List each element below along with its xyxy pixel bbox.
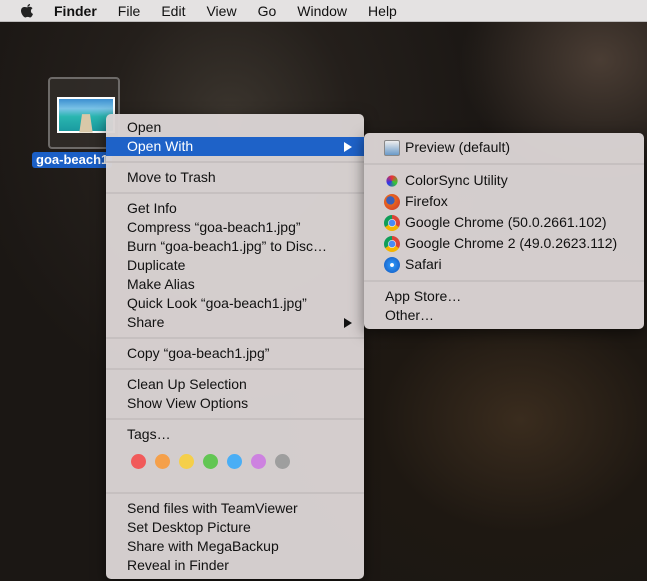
app-colorsync[interactable]: ColorSync Utility [364,170,644,191]
menu-item-show-view-options[interactable]: Show View Options [106,394,364,413]
menu-item-duplicate[interactable]: Duplicate [106,256,364,275]
separator [106,187,364,199]
tag-purple[interactable] [251,454,266,469]
menu-item-send-teamviewer[interactable]: Send files with TeamViewer [106,499,364,518]
tag-yellow[interactable] [179,454,194,469]
tag-green[interactable] [203,454,218,469]
menu-item-app-store[interactable]: App Store… [364,287,644,306]
submenu-arrow-icon [344,142,352,152]
apple-menu-icon[interactable] [20,3,34,19]
separator [106,363,364,375]
separator [106,332,364,344]
menu-edit[interactable]: Edit [161,3,185,19]
tag-gray[interactable] [275,454,290,469]
app-firefox[interactable]: Firefox [364,191,644,212]
menu-item-set-desktop-picture[interactable]: Set Desktop Picture [106,518,364,537]
menu-item-reveal-in-finder[interactable]: Reveal in Finder [106,556,364,575]
menu-item-move-to-trash[interactable]: Move to Trash [106,168,364,187]
app-chrome-2[interactable]: Google Chrome 2 (49.0.2623.112) [364,233,644,254]
menu-item-clean-up[interactable]: Clean Up Selection [106,375,364,394]
menu-item-open-with[interactable]: Open With [106,137,364,156]
menu-item-get-info[interactable]: Get Info [106,199,364,218]
app-label: ColorSync Utility [405,172,508,188]
menu-finder[interactable]: Finder [54,3,97,19]
separator [106,156,364,168]
separator [364,275,644,287]
menu-item-other[interactable]: Other… [364,306,644,325]
menu-item-share[interactable]: Share [106,313,364,332]
tag-colors [106,444,364,487]
menu-bar: Finder File Edit View Go Window Help [0,0,647,22]
app-label: Firefox [405,193,448,209]
menu-file[interactable]: File [118,3,141,19]
menu-item-share-megabackup[interactable]: Share with MegaBackup [106,537,364,556]
app-safari[interactable]: Safari [364,254,644,275]
chrome-icon [384,236,400,252]
app-label: Google Chrome (50.0.2661.102) [405,214,607,230]
menu-item-compress[interactable]: Compress “goa-beach1.jpg” [106,218,364,237]
menu-item-tags[interactable]: Tags… [106,425,364,444]
app-chrome[interactable]: Google Chrome (50.0.2661.102) [364,212,644,233]
desktop-file-label[interactable]: goa-beach1 [32,152,113,168]
separator [106,413,364,425]
menu-item-make-alias[interactable]: Make Alias [106,275,364,294]
menu-go[interactable]: Go [258,3,277,19]
open-with-submenu: Preview (default) ColorSync Utility Fire… [364,133,644,329]
menu-window[interactable]: Window [297,3,347,19]
firefox-icon [384,194,400,210]
menu-item-quick-look[interactable]: Quick Look “goa-beach1.jpg” [106,294,364,313]
colorsync-icon [386,175,398,187]
tag-orange[interactable] [155,454,170,469]
preview-icon [384,140,400,156]
share-label: Share [127,314,165,330]
app-label: Preview (default) [405,139,511,155]
open-with-label: Open With [127,138,194,154]
separator [106,487,364,499]
menu-item-copy[interactable]: Copy “goa-beach1.jpg” [106,344,364,363]
menu-view[interactable]: View [206,3,236,19]
app-label: Google Chrome 2 (49.0.2623.112) [405,235,618,251]
app-preview[interactable]: Preview (default) [364,137,644,158]
chrome-icon [384,215,400,231]
separator [364,158,644,170]
menu-item-burn[interactable]: Burn “goa-beach1.jpg” to Disc… [106,237,364,256]
app-label: Safari [405,256,442,272]
submenu-arrow-icon [344,318,352,328]
menu-help[interactable]: Help [368,3,397,19]
context-menu: Open Open With Move to Trash Get Info Co… [106,114,364,579]
tag-blue[interactable] [227,454,242,469]
tag-red[interactable] [131,454,146,469]
safari-icon [384,257,400,273]
menu-item-open[interactable]: Open [106,118,364,137]
